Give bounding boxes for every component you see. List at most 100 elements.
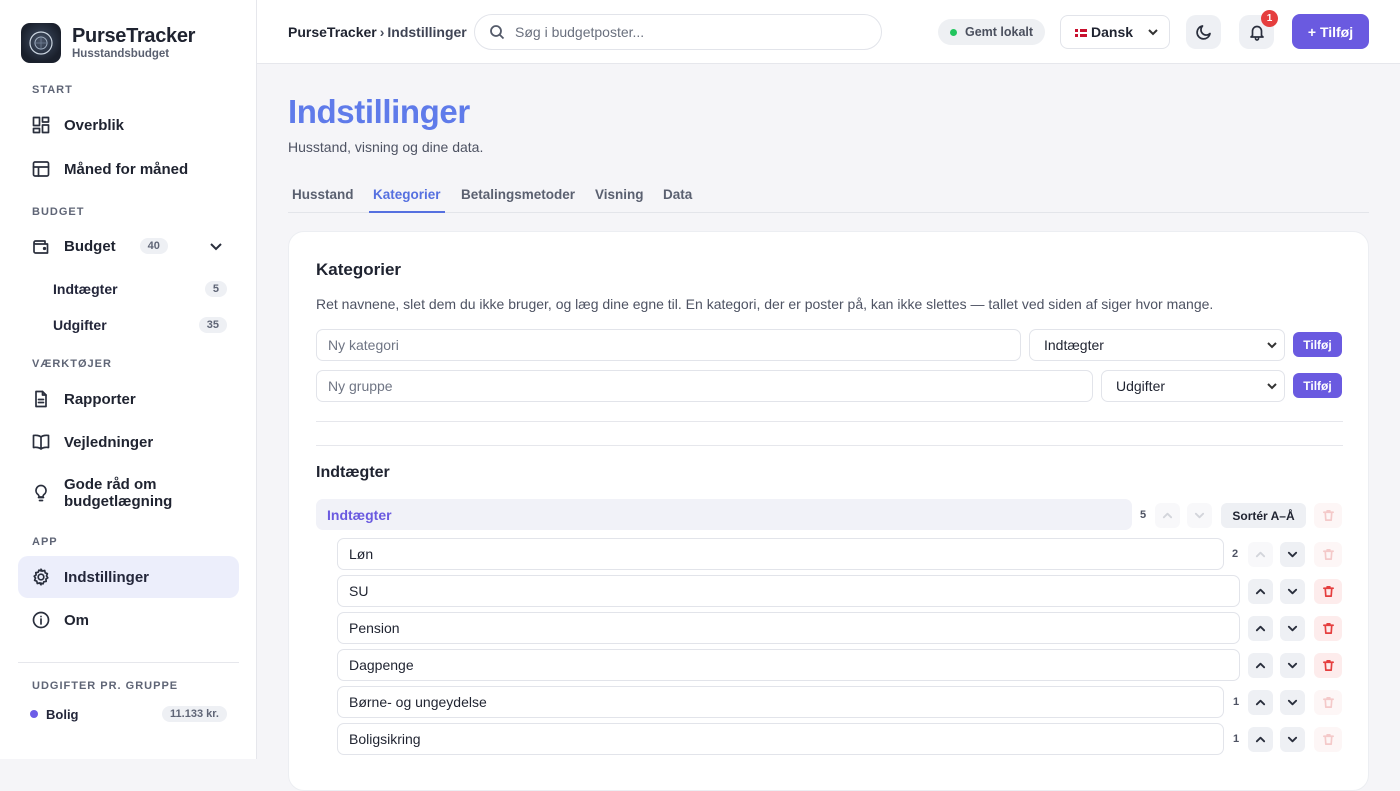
group-name-field[interactable]: Indtægter xyxy=(316,499,1132,530)
tab-payment-methods[interactable]: Betalingsmetoder xyxy=(457,187,579,213)
search-box[interactable] xyxy=(474,14,882,50)
sidebar: PurseTracker Husstandsbudget START Overb… xyxy=(0,0,257,759)
category-name-field[interactable]: Løn xyxy=(337,538,1224,570)
trash-icon xyxy=(1322,622,1335,635)
sidebar-item-budget[interactable]: Budget 40 xyxy=(18,225,239,267)
chevron-down-icon xyxy=(1287,660,1298,671)
trash-icon xyxy=(1322,548,1335,561)
section-title-income: Indtægter xyxy=(316,464,390,481)
sidebar-item-label: Indstillinger xyxy=(64,568,150,586)
move-up-button[interactable] xyxy=(1248,542,1273,567)
sidebar-subitem-label: Indtægter xyxy=(53,281,118,297)
new-group-input[interactable]: Ny gruppe xyxy=(316,370,1093,402)
add-entry-button[interactable]: + Tilføj xyxy=(1292,14,1369,49)
income-count-badge: 5 xyxy=(204,281,227,297)
move-down-button[interactable] xyxy=(1280,690,1305,715)
category-name-field[interactable]: SU xyxy=(337,575,1240,607)
move-up-button[interactable] xyxy=(1248,653,1273,678)
tab-categories[interactable]: Kategorier xyxy=(369,187,445,213)
sort-az-button[interactable]: Sortér A–Å xyxy=(1221,503,1306,528)
delete-category-button[interactable] xyxy=(1314,616,1342,641)
category-name-field[interactable]: Boligsikring xyxy=(337,723,1224,755)
category-name-field[interactable]: Børne- og ungeydelse xyxy=(337,686,1224,718)
group-name: Bolig xyxy=(46,706,79,722)
move-down-button[interactable] xyxy=(1280,653,1305,678)
breadcrumb: PurseTracker › Indstillinger xyxy=(288,24,467,40)
sidebar-item-tips[interactable]: Gode råd om budgetlægning xyxy=(18,468,239,518)
move-down-button[interactable] xyxy=(1280,727,1305,752)
delete-category-button[interactable] xyxy=(1314,579,1342,604)
chevron-up-icon xyxy=(1255,623,1266,634)
new-category-input[interactable]: Ny kategori xyxy=(316,329,1021,361)
section-label-budget: BUDGET xyxy=(32,206,85,218)
status-dot xyxy=(950,28,957,36)
chevron-down-icon xyxy=(1147,26,1159,38)
search-input[interactable] xyxy=(515,24,855,40)
sidebar-item-label: Måned for måned xyxy=(64,160,189,178)
tab-display[interactable]: Visning xyxy=(591,187,648,213)
sidebar-item-monthly[interactable]: Måned for måned xyxy=(18,148,239,190)
move-up-button[interactable] xyxy=(1248,616,1273,641)
category-count: 1 xyxy=(1233,733,1240,745)
sidebar-item-settings[interactable]: Indstillinger xyxy=(18,556,239,598)
brand[interactable]: PurseTracker Husstandsbudget xyxy=(21,23,195,63)
notifications-button[interactable]: 1 xyxy=(1239,10,1278,49)
section-label-groups: UDGIFTER PR. GRUPPE xyxy=(32,680,179,692)
move-down-button[interactable] xyxy=(1280,542,1305,567)
book-icon xyxy=(31,432,51,452)
move-down-button[interactable] xyxy=(1280,579,1305,604)
expenses-count-badge: 35 xyxy=(198,317,227,333)
budget-count-badge: 40 xyxy=(139,238,168,254)
section-label-start: START xyxy=(32,84,73,96)
breadcrumb-root[interactable]: PurseTracker xyxy=(288,24,377,40)
category-name-field[interactable]: Pension xyxy=(337,612,1240,644)
sidebar-subitem-expenses[interactable]: Udgifter 35 xyxy=(53,310,227,340)
notification-count-badge: 1 xyxy=(1261,10,1278,27)
tab-household[interactable]: Husstand xyxy=(288,187,358,213)
move-up-button[interactable] xyxy=(1155,503,1180,528)
language-label: Dansk xyxy=(1091,24,1134,40)
page-subtitle: Husstand, visning og dine data. xyxy=(288,139,484,155)
move-up-button[interactable] xyxy=(1248,690,1273,715)
sidebar-item-reports[interactable]: Rapporter xyxy=(18,378,239,420)
sidebar-item-label: Gode råd om budgetlægning xyxy=(64,476,173,510)
chevron-up-icon xyxy=(1162,510,1173,521)
move-up-button[interactable] xyxy=(1248,727,1273,752)
delete-category-button[interactable] xyxy=(1314,653,1342,678)
document-icon xyxy=(31,389,51,409)
move-down-button[interactable] xyxy=(1280,616,1305,641)
card-title: Kategorier xyxy=(316,260,402,279)
breadcrumb-current: Indstillinger xyxy=(387,24,467,40)
group-amount-badge: 11.133 kr. xyxy=(162,706,227,722)
sidebar-item-about[interactable]: Om xyxy=(18,599,239,641)
add-group-button[interactable]: Tilføj xyxy=(1293,373,1342,398)
new-group-type-select[interactable]: Udgifter xyxy=(1101,370,1285,402)
chevron-up-icon xyxy=(1255,586,1266,597)
tab-data[interactable]: Data xyxy=(659,187,696,213)
delete-group-button[interactable] xyxy=(1314,503,1342,528)
delete-category-button[interactable] xyxy=(1314,690,1342,715)
move-up-button[interactable] xyxy=(1248,579,1273,604)
delete-category-button[interactable] xyxy=(1314,727,1342,752)
chevron-down-icon[interactable] xyxy=(209,239,223,253)
saved-status-label: Gemt lokalt xyxy=(965,25,1034,39)
trash-icon xyxy=(1322,585,1335,598)
new-category-type-select[interactable]: Indtægter xyxy=(1029,329,1285,361)
saved-status: Gemt lokalt xyxy=(938,19,1046,45)
chevron-up-icon xyxy=(1255,734,1266,745)
sidebar-item-label: Overblik xyxy=(64,116,125,134)
sidebar-subitem-income[interactable]: Indtægter 5 xyxy=(53,274,227,304)
brand-name: PurseTracker xyxy=(72,25,196,47)
theme-toggle-button[interactable] xyxy=(1186,15,1221,49)
add-category-button[interactable]: Tilføj xyxy=(1293,332,1342,357)
categories-card: Kategorier Ret navnene, slet dem du ikke… xyxy=(288,231,1369,791)
move-down-button[interactable] xyxy=(1187,503,1212,528)
language-select[interactable]: Dansk xyxy=(1060,15,1170,49)
category-name-field[interactable]: Dagpenge xyxy=(337,649,1240,681)
section-label-tools: VÆRKTØJER xyxy=(32,358,112,370)
card-description: Ret navnene, slet dem du ikke bruger, og… xyxy=(316,296,1214,312)
sidebar-item-overview[interactable]: Overblik xyxy=(18,104,239,146)
expense-group-row[interactable]: Bolig 11.133 kr. xyxy=(30,706,227,722)
delete-category-button[interactable] xyxy=(1314,542,1342,567)
sidebar-item-guides[interactable]: Vejledninger xyxy=(18,421,239,463)
